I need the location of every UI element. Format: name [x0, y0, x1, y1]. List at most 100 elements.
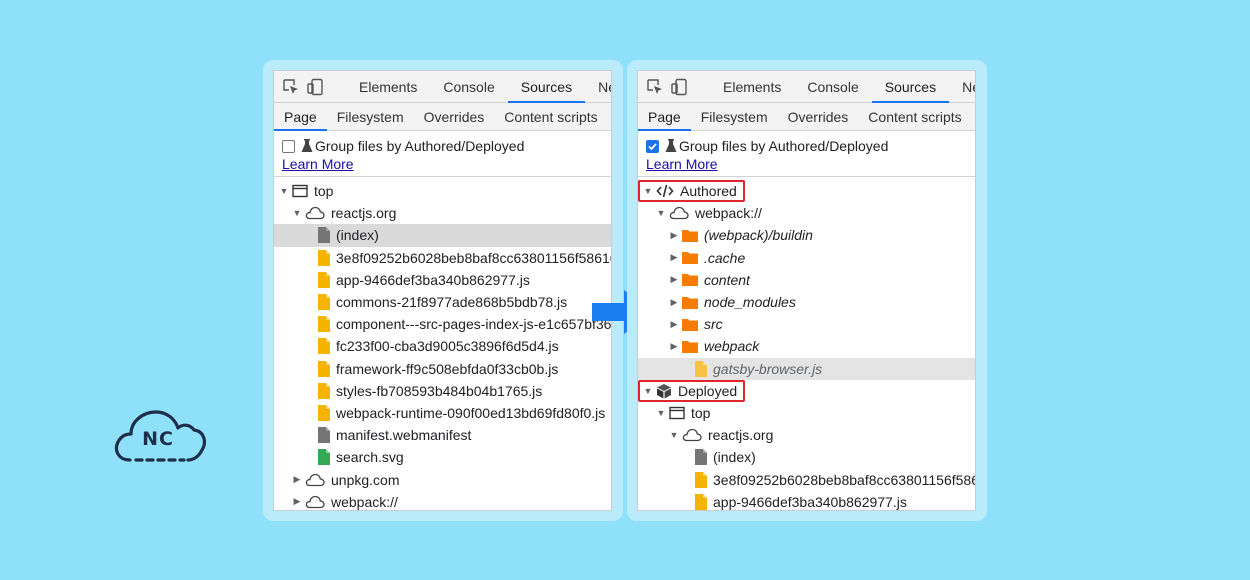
expand-down-icon[interactable]: ▼	[291, 207, 303, 219]
tab-elements[interactable]: Elements	[710, 71, 794, 103]
tree-item-label: app-9466def3ba340b862977.js	[713, 493, 907, 510]
folder-icon	[682, 318, 698, 331]
subtab-filesystem[interactable]: Filesystem	[691, 103, 778, 131]
js-file-icon	[318, 338, 330, 355]
tree-item[interactable]: ▶ node_modules	[638, 291, 975, 313]
tree-item[interactable]: ▼ webpack://	[638, 202, 975, 224]
tree-item[interactable]: app-9466def3ba340b862977.js	[638, 491, 975, 510]
tree-item[interactable]: framework-ff9c508ebfda0f33cb0b.js	[274, 358, 611, 380]
collapsed-right-icon[interactable]: ▶	[291, 474, 303, 486]
tree-item-label: 3e8f09252b6028beb8baf8cc63801156f58616	[336, 249, 612, 266]
sources-subtabs: Page Filesystem Overrides Content scripts	[638, 103, 975, 131]
group-files-checkbox[interactable]	[282, 139, 295, 153]
tree-item[interactable]: ▶ webpack://	[274, 491, 611, 510]
collapsed-right-icon[interactable]: ▶	[668, 229, 680, 241]
device-toolbar-icon[interactable]	[670, 76, 688, 98]
svg-file-icon	[318, 449, 330, 466]
devtools-toolbar: ElementsConsoleSourcesNet	[274, 71, 611, 103]
js-file-icon	[318, 382, 330, 399]
subtab-overrides[interactable]: Overrides	[414, 103, 495, 131]
learn-more-link[interactable]: Learn More	[646, 156, 718, 172]
tree-item[interactable]: ▶ (webpack)/buildin	[638, 224, 975, 246]
subtab-overrides[interactable]: Overrides	[778, 103, 859, 131]
tree-item[interactable]: search.svg	[274, 446, 611, 468]
tree-item[interactable]: ▶ webpack	[638, 335, 975, 357]
tree-item-label: component---src-pages-index-js-e1c657bf3…	[336, 316, 612, 333]
frame-icon	[292, 184, 308, 198]
code-icon	[656, 184, 674, 198]
expand-down-icon[interactable]: ▼	[278, 185, 290, 197]
learn-more-link[interactable]: Learn More	[282, 156, 354, 172]
tab-sources[interactable]: Sources	[507, 71, 586, 103]
tree-item-label: top	[691, 404, 711, 421]
group-files-checkbox[interactable]	[646, 139, 659, 153]
tree-item[interactable]: ▶ unpkg.com	[274, 468, 611, 490]
tree-item[interactable]: fc233f00-cba3d9005c3896f6d5d4.js	[274, 335, 611, 357]
nc-logo: NC	[112, 404, 206, 468]
tree-item[interactable]: 3e8f09252b6028beb8baf8cc63801156f58616	[274, 247, 611, 269]
tree-group-deployed[interactable]: ▼ Deployed	[638, 379, 975, 402]
tree-group-authored[interactable]: ▼ Authored	[638, 180, 975, 203]
tree-item[interactable]: ▶ src	[638, 313, 975, 335]
left-devtools-frame: ElementsConsoleSourcesNetPageFilesystemO…	[263, 60, 623, 521]
folder-icon	[682, 229, 698, 242]
tab-console[interactable]: Console	[794, 71, 871, 103]
expand-down-icon[interactable]: ▼	[642, 385, 654, 397]
tree-item-label: gatsby-browser.js	[713, 360, 823, 377]
collapsed-right-icon[interactable]: ▶	[668, 252, 680, 264]
tree-item[interactable]: 3e8f09252b6028beb8baf8cc63801156f5861	[638, 468, 975, 490]
tab-elements[interactable]: Elements	[346, 71, 430, 103]
tree-item[interactable]: ▶ .cache	[638, 247, 975, 269]
collapsed-right-icon[interactable]: ▶	[668, 274, 680, 286]
group-files-option: Group files by Authored/Deployed Learn Mo…	[638, 131, 975, 177]
tree-item-label: webpack	[704, 338, 760, 355]
frame-icon	[669, 406, 685, 420]
file-tree: ▼ top ▼ reactjs.org (index) 3e8f09252b6028beb…	[274, 177, 611, 510]
tree-item-label: search.svg	[336, 449, 404, 466]
subtab-content-scripts[interactable]: Content scripts	[858, 103, 971, 131]
tree-item[interactable]: commons-21f8977ade868b5bdb78.js	[274, 291, 611, 313]
expand-down-icon[interactable]: ▼	[668, 429, 680, 441]
expand-down-icon[interactable]: ▼	[655, 207, 667, 219]
device-toolbar-icon[interactable]	[306, 76, 324, 98]
tree-item[interactable]: (index)	[274, 224, 611, 247]
tree-item-label: (index)	[713, 449, 756, 466]
tab-net[interactable]: Net	[585, 71, 611, 103]
tree-item[interactable]: ▼ reactjs.org	[274, 202, 611, 224]
tree-item-label: webpack-runtime-090f00ed13bd69fd80f0.js	[336, 404, 606, 421]
collapsed-right-icon[interactable]: ▶	[668, 296, 680, 308]
collapsed-right-icon[interactable]: ▶	[668, 318, 680, 330]
gray-file-icon	[318, 227, 330, 244]
tree-item[interactable]: (index)	[638, 446, 975, 468]
tree-item[interactable]: ▶ content	[638, 269, 975, 291]
tab-console[interactable]: Console	[430, 71, 507, 103]
tab-sources[interactable]: Sources	[871, 71, 950, 103]
expand-down-icon[interactable]: ▼	[655, 407, 667, 419]
tree-item[interactable]: component---src-pages-index-js-e1c657bf3…	[274, 313, 611, 335]
tree-item[interactable]: styles-fb708593b484b04b1765.js	[274, 380, 611, 402]
tree-item[interactable]: webpack-runtime-090f00ed13bd69fd80f0.js	[274, 402, 611, 424]
tree-item[interactable]: app-9466def3ba340b862977.js	[274, 269, 611, 291]
tree-item-label: styles-fb708593b484b04b1765.js	[336, 382, 543, 399]
subtab-page[interactable]: Page	[274, 103, 327, 131]
subtab-page[interactable]: Page	[638, 103, 691, 131]
devtools-panel: ElementsConsoleSourcesNetPageFilesystemO…	[637, 70, 976, 511]
subtab-filesystem[interactable]: Filesystem	[327, 103, 414, 131]
inspect-element-icon[interactable]	[282, 76, 300, 98]
tree-item[interactable]: manifest.webmanifest	[274, 424, 611, 446]
js-file-light-icon	[695, 360, 707, 377]
inspect-element-icon[interactable]	[646, 76, 664, 98]
tree-item[interactable]: ▼ top	[638, 402, 975, 424]
subtab-content-scripts[interactable]: Content scripts	[494, 103, 607, 131]
collapsed-right-icon[interactable]: ▶	[291, 496, 303, 508]
file-tree: ▼ Authored ▼ webpack:// ▶ (webpack)/buildin ▶.…	[638, 177, 975, 510]
tab-net[interactable]: Net	[949, 71, 975, 103]
tree-item[interactable]: ▼ top	[274, 180, 611, 202]
collapsed-right-icon[interactable]: ▶	[668, 340, 680, 352]
expand-down-icon[interactable]: ▼	[642, 185, 654, 197]
tree-item-label: Deployed	[678, 382, 738, 399]
tree-item[interactable]: ▼ reactjs.org	[638, 424, 975, 446]
folder-icon	[682, 296, 698, 309]
tree-item-label: manifest.webmanifest	[336, 427, 472, 444]
tree-item[interactable]: gatsby-browser.js	[638, 357, 975, 380]
